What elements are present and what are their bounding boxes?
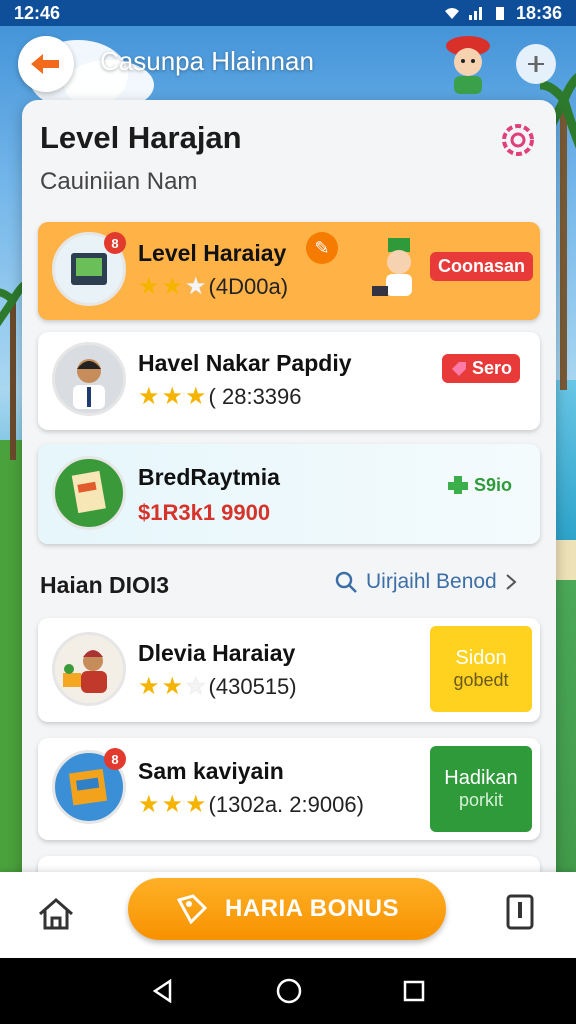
bonus-button[interactable]: HARIA BONUS: [128, 878, 446, 940]
chevron-right-icon: [506, 574, 517, 590]
item-rating: ★ ★ ★ (4D00a): [138, 274, 288, 300]
book-icon: [68, 768, 108, 806]
featured-action-label: S9io: [474, 474, 513, 495]
item-price: $1R3k1 9900: [138, 500, 271, 525]
bonus-icon: [176, 894, 208, 924]
star-icon: ★: [161, 673, 184, 700]
wallet-icon[interactable]: [498, 890, 542, 934]
star-empty-icon: ★: [185, 273, 207, 300]
recents-nav-icon[interactable]: [402, 979, 426, 1003]
puzzle-icon: [448, 476, 468, 494]
wifi-icon: [444, 8, 459, 19]
back-nav-icon[interactable]: [150, 978, 176, 1004]
list-item[interactable]: Dlevia Haraiay ★ ★ ★ (430515) Sidon gobedt: [38, 618, 540, 722]
settings-icon: [502, 124, 534, 156]
item-name: BredRaytmia: [138, 464, 280, 490]
home-nav-icon[interactable]: [275, 977, 303, 1005]
featured-item[interactable]: 8 Level Haraiay ★ ★ ★ (4D00a) ✎ Coonasan: [38, 222, 540, 320]
item-thumbnail: [52, 342, 126, 416]
avatar: [63, 650, 107, 693]
item-name: Dlevia Haraiay: [138, 640, 296, 666]
section-link[interactable]: Uirjaihl Benod: [334, 570, 517, 594]
status-bar: 12:46 18:36: [0, 0, 576, 26]
bottom-nav: HARIA BONUS: [0, 872, 576, 958]
home-icon[interactable]: [34, 892, 78, 936]
app-title: Casunpa Hlainnan: [100, 46, 314, 76]
game-box-icon: [71, 253, 107, 285]
featured-action-label: Sero: [472, 358, 513, 378]
card-title: Level Harajan: [40, 120, 242, 155]
tag-icon: [452, 361, 466, 376]
main-card: Level Harajan Cauiniian Nam 8 Level Hara…: [22, 100, 556, 890]
signal-icon: [468, 7, 482, 20]
featured-action-button[interactable]: S9io: [438, 470, 520, 500]
rating-text: ( 28:3396: [208, 384, 302, 409]
star-icon: ★: [138, 383, 160, 410]
star-icon: ★: [138, 673, 160, 700]
star-icon: ★: [161, 791, 184, 818]
list-item[interactable]: 8 Sam kaviyain ★ ★ ★ (1302a. 2:9006) Hadik…: [38, 738, 540, 840]
item-thumbnail: [52, 632, 126, 706]
rating-text: (430515): [208, 674, 297, 699]
item-name: Sam kaviyain: [138, 758, 284, 784]
character-icon: [372, 238, 412, 296]
star-icon: ★: [138, 791, 160, 818]
star-icon: ★: [161, 383, 184, 410]
item-badge: 8: [104, 232, 126, 254]
list-action-bottom: gobedt: [453, 670, 509, 690]
featured-action-button[interactable]: Coonasan: [430, 252, 534, 281]
status-time-left: 12:46: [14, 2, 61, 23]
star-empty-icon: ★: [185, 673, 207, 700]
app-header: Casunpa Hlainnan: [0, 26, 576, 100]
item-name: Level Haraiay: [138, 240, 287, 266]
star-icon: ★: [185, 791, 207, 818]
info-button[interactable]: [516, 44, 556, 84]
search-icon: [335, 571, 357, 593]
list-action-button[interactable]: Hadikan porkit: [430, 746, 532, 832]
edit-icon[interactable]: ✎: [306, 232, 338, 264]
item-rating: ★ ★ ★ ( 28:3396: [138, 384, 302, 410]
mascot-icon: [446, 36, 490, 94]
system-nav-bar: [0, 958, 576, 1024]
back-icon: [31, 54, 59, 74]
section-title: Haian DIOI3: [40, 572, 170, 598]
list-action-button[interactable]: Sidon gobedt: [430, 626, 532, 712]
battery-icon: [495, 7, 504, 20]
featured-item[interactable]: Havel Nakar Papdiy ★ ★ ★ ( 28:3396 Sero: [38, 332, 540, 430]
settings-button[interactable]: [496, 118, 540, 162]
avatar: [73, 359, 105, 409]
item-rating: ★ ★ ★ (430515): [138, 674, 297, 700]
star-icon: ★: [138, 273, 160, 300]
item-badge: 8: [104, 748, 126, 770]
rating-text: (1302a. 2:9006): [208, 792, 364, 817]
list-action-top: Hadikan: [444, 767, 518, 789]
item-thumbnail: [52, 456, 126, 530]
status-icons: 18:36: [444, 3, 562, 24]
star-icon: ★: [161, 273, 184, 300]
item-name: Havel Nakar Papdiy: [138, 350, 352, 376]
book-icon: [71, 470, 106, 514]
item-rating: ★ ★ ★ (1302a. 2:9006): [138, 792, 364, 818]
featured-action-button[interactable]: Sero: [442, 354, 521, 383]
section-link-label: Uirjaihl Benod: [366, 570, 497, 593]
status-time-right: 18:36: [515, 2, 562, 23]
star-icon: ★: [185, 383, 207, 410]
bonus-label: HARIA BONUS: [225, 895, 399, 922]
rating-text: (4D00a): [208, 274, 289, 299]
list-action-bottom: porkit: [458, 790, 503, 810]
back-button[interactable]: [18, 36, 74, 92]
featured-item[interactable]: BredRaytmia $1R3k1 9900 S9io: [38, 444, 540, 544]
info-icon: [528, 56, 544, 72]
list-action-top: Sidon: [455, 647, 507, 669]
card-subtitle: Cauiniian Nam: [40, 168, 198, 195]
